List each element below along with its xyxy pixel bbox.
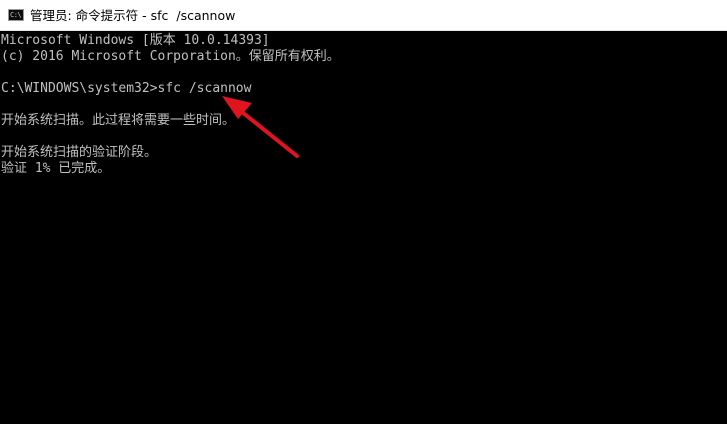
console-line-version: Microsoft Windows [版本 10.0.14393]: [1, 33, 270, 48]
title-bar[interactable]: C:\ 管理员: 命令提示符 - sfc /scannow: [0, 0, 727, 31]
console-line-progress: 验证 1% 已完成。: [1, 161, 111, 176]
cmd-icon: C:\: [8, 9, 24, 21]
command-prompt-window: C:\ 管理员: 命令提示符 - sfc /scannow Microsoft …: [0, 0, 727, 424]
console-output[interactable]: Microsoft Windows [版本 10.0.14393] (c) 20…: [0, 32, 727, 424]
console-line-scan-start: 开始系统扫描。此过程将需要一些时间。: [1, 113, 236, 128]
window-title: 管理员: 命令提示符 - sfc /scannow: [30, 7, 236, 23]
console-line-copyright: (c) 2016 Microsoft Corporation。保留所有权利。: [1, 49, 340, 64]
console-line-verify-phase: 开始系统扫描的验证阶段。: [1, 145, 158, 160]
cmd-icon-glyph: C:\: [10, 11, 22, 19]
console-line-command: C:\WINDOWS\system32>sfc /scannow: [1, 81, 252, 96]
